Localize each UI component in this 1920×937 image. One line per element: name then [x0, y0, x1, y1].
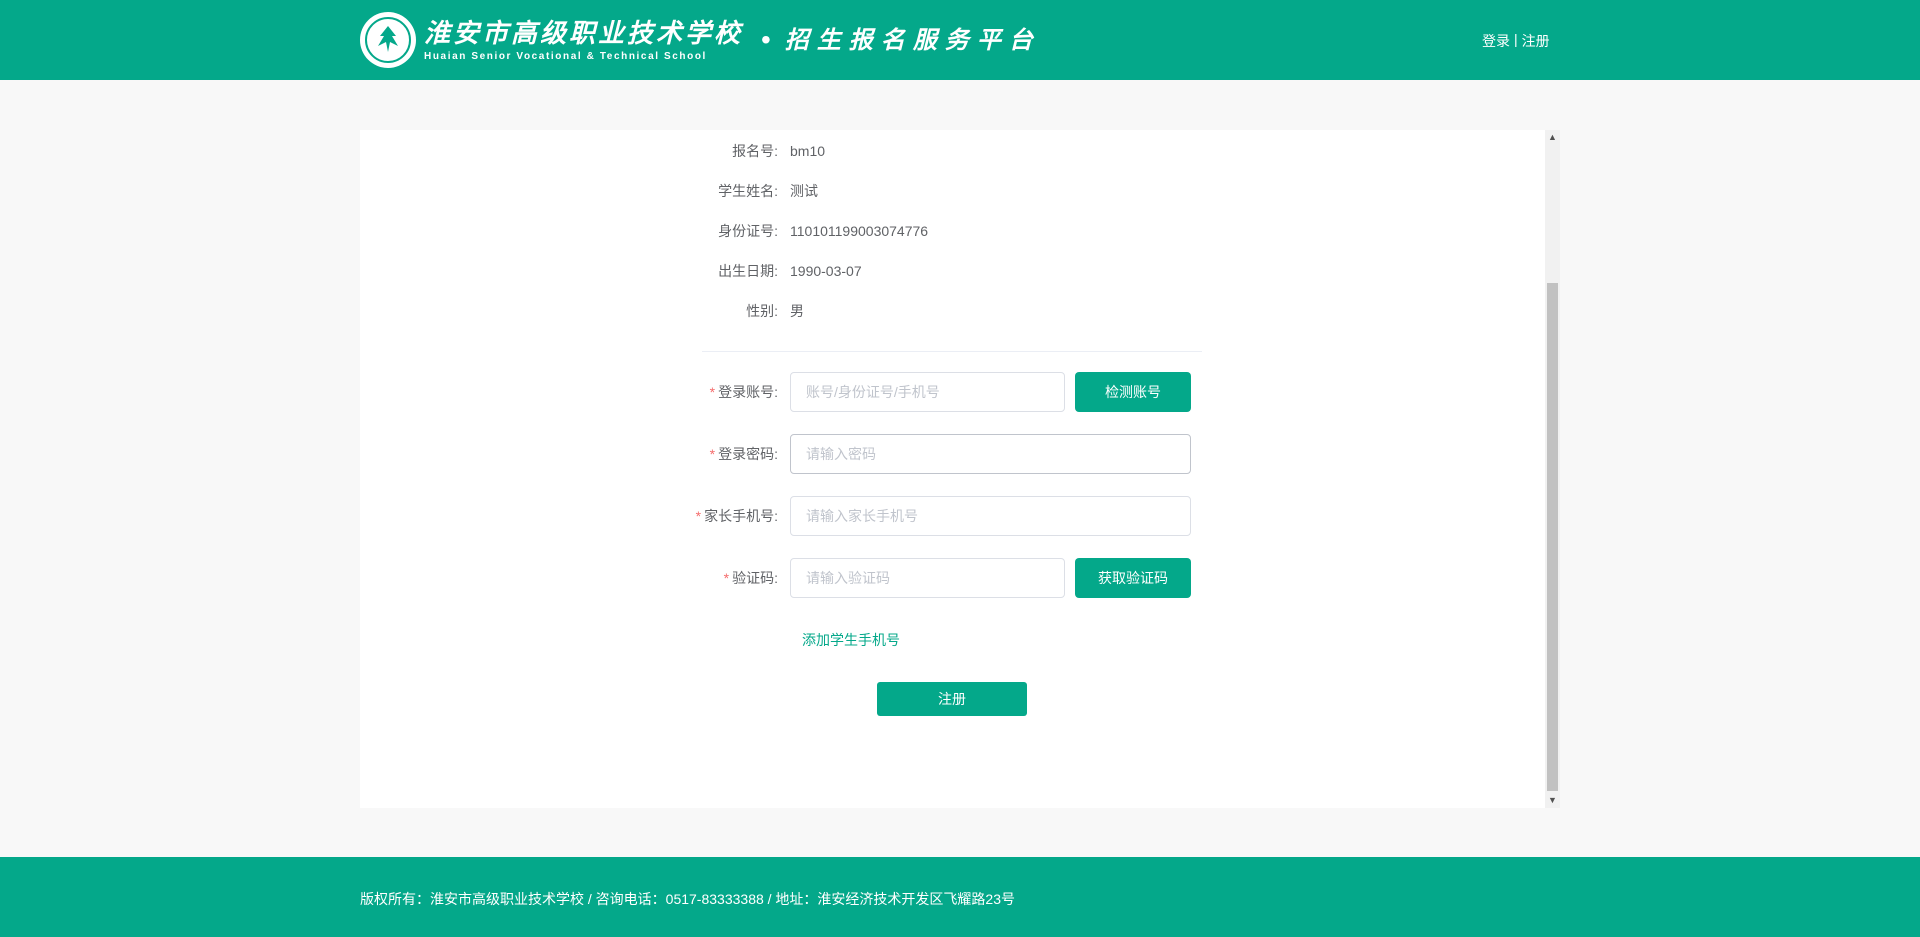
info-label: 学生姓名:: [718, 183, 778, 199]
school-emblem-icon: [360, 12, 416, 68]
form-row-parent-phone: * 家长手机号:: [660, 496, 1191, 536]
footer-copyright: 版权所有：淮安市高级职业技术学校 / 咨询电话：0517-83333388 / …: [360, 891, 1016, 907]
required-mark: *: [695, 508, 702, 524]
registration-no-value: bm10: [790, 143, 826, 159]
password-input[interactable]: [790, 434, 1191, 474]
register-link[interactable]: 注册: [1522, 31, 1550, 51]
parent-phone-input[interactable]: [790, 496, 1191, 536]
panel-scrollbar[interactable]: ▲ ▼: [1545, 130, 1560, 808]
required-mark: *: [723, 570, 730, 586]
gender-value: 男: [790, 303, 804, 319]
form-row-account: *登录账号: 检测账号: [660, 372, 1191, 412]
school-logo[interactable]: 淮安市高级职业技术学校 Huaian Senior Vocational & T…: [360, 10, 1041, 70]
add-student-phone-link[interactable]: 添加学生手机号: [802, 630, 900, 650]
scroll-up-arrow-icon[interactable]: ▲: [1545, 130, 1560, 145]
get-code-button[interactable]: 获取验证码: [1075, 558, 1191, 598]
register-submit-button[interactable]: 注册: [877, 682, 1027, 716]
login-link[interactable]: 登录: [1482, 31, 1510, 51]
info-label: 身份证号:: [718, 223, 778, 239]
info-row-id-number: 身份证号: 110101199003074776: [660, 221, 928, 241]
verification-code-input[interactable]: [790, 558, 1065, 598]
account-label: * 登录账号:: [709, 384, 778, 400]
school-name-cn: 淮安市高级职业技术学校: [424, 18, 744, 49]
school-name-en: Huaian Senior Vocational & Technical Sch…: [424, 50, 707, 62]
required-mark: *: [709, 446, 716, 462]
info-label: 报名号:: [732, 143, 778, 159]
verification-code-label: * 验证码:: [723, 570, 778, 586]
account-input[interactable]: [790, 372, 1065, 412]
info-row-birth-date: 出生日期: 1990-03-07: [660, 261, 862, 281]
info-label: 出生日期:: [718, 263, 778, 279]
page-footer: 版权所有：淮安市高级职业技术学校 / 咨询电话：0517-83333388 / …: [0, 857, 1920, 937]
required-mark: *: [709, 384, 716, 400]
birth-date-value: 1990-03-07: [790, 263, 862, 279]
scroll-down-arrow-icon[interactable]: ▼: [1545, 793, 1560, 808]
info-label: 性别:: [746, 303, 778, 319]
section-divider: [702, 351, 1202, 352]
info-row-student-name: 学生姓名: 测试: [660, 181, 818, 201]
parent-phone-label: * 家长手机号:: [695, 508, 778, 524]
info-row-registration-no: 报名号: bm10: [660, 141, 825, 161]
form-row-password: * 登录密码:: [660, 434, 1191, 474]
auth-links: 登录 | 注册: [1482, 31, 1550, 51]
platform-title: 招生报名服务平台: [784, 25, 1041, 54]
scroll-thumb[interactable]: [1547, 283, 1558, 791]
id-number-value: 110101199003074776: [790, 223, 929, 239]
form-row-verification-code: *验证码: 获取验证码: [660, 558, 1191, 598]
title-separator: •: [761, 24, 771, 55]
info-row-gender: 性别: 男: [660, 301, 804, 321]
auth-link-separator: |: [1514, 31, 1518, 47]
password-label: * 登录密码:: [709, 446, 778, 462]
student-name-value: 测试: [790, 183, 818, 199]
check-account-button[interactable]: 检测账号: [1075, 372, 1191, 412]
top-header: 淮安市高级职业技术学校 Huaian Senior Vocational & T…: [0, 0, 1920, 80]
